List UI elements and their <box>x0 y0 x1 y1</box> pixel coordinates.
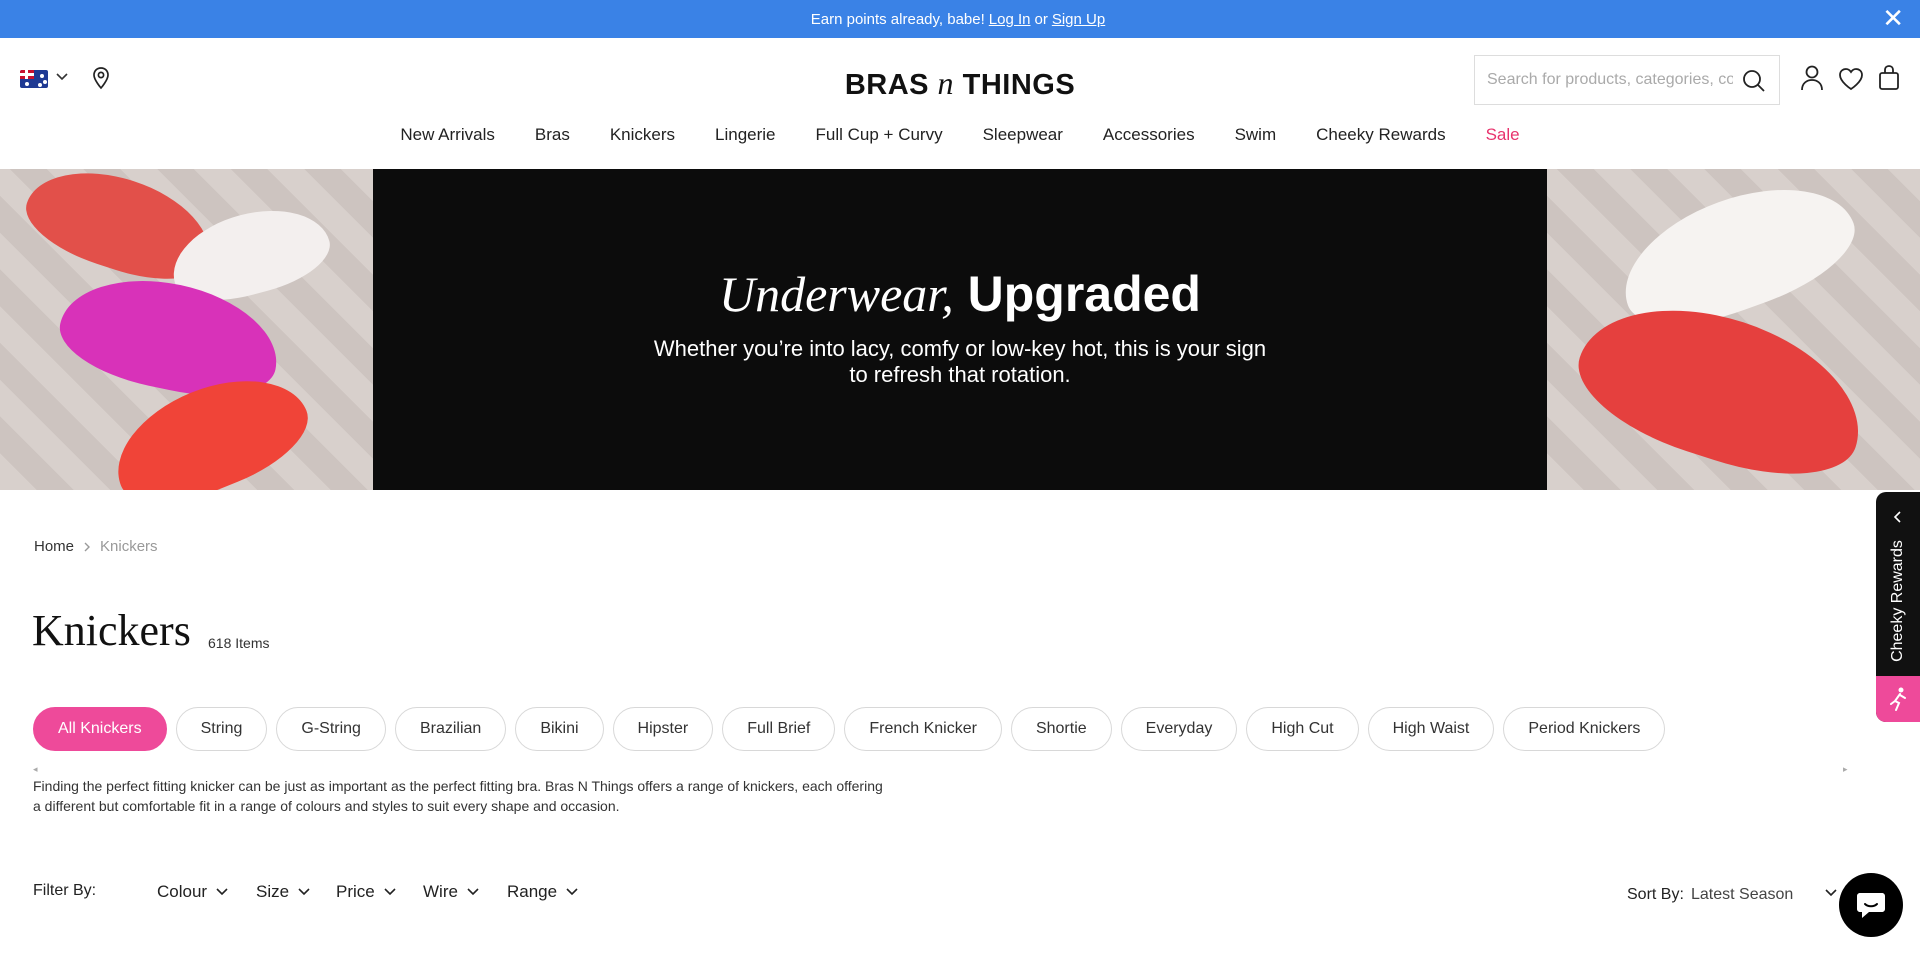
hero-image-right <box>1547 169 1920 490</box>
location-pin-icon[interactable] <box>90 66 112 90</box>
chip-g-string[interactable]: G-String <box>276 707 386 751</box>
cart-bag-icon[interactable] <box>1877 64 1901 92</box>
chevron-down-icon <box>467 888 479 896</box>
logo-link[interactable]: BRAS n THINGS <box>845 65 1075 101</box>
nav-accessories[interactable]: Accessories <box>1083 125 1215 145</box>
announcement-bar: Earn points already, babe! Log In or Sig… <box>0 0 1920 38</box>
filter-label: Filter By: <box>33 882 97 899</box>
wishlist-heart-icon[interactable] <box>1837 66 1865 92</box>
announcement-or: or <box>1034 10 1048 28</box>
item-count: 618 Items <box>208 635 270 651</box>
chip-string[interactable]: String <box>175 707 268 751</box>
chip-bikini[interactable]: Bikini <box>515 707 604 751</box>
nav-full-cup-curvy[interactable]: Full Cup + Curvy <box>796 125 963 145</box>
chevron-left-icon <box>1893 511 1901 523</box>
chip-all-knickers[interactable]: All Knickers <box>33 707 167 751</box>
account-icon[interactable] <box>1799 64 1825 92</box>
hero-text: Underwear, Upgraded Whether you’re into … <box>373 169 1547 490</box>
filter-wire-label: Wire <box>423 882 458 901</box>
login-link[interactable]: Log In <box>989 11 1031 28</box>
chip-french-knicker[interactable]: French Knicker <box>844 707 1002 751</box>
page-title: Knickers <box>32 606 191 655</box>
nav-bras[interactable]: Bras <box>515 125 590 145</box>
chip-full-brief[interactable]: Full Brief <box>722 707 836 751</box>
cheeky-rewards-label: Cheeky Rewards <box>1889 540 1906 662</box>
cheeky-rewards-tab[interactable]: Cheeky Rewards <box>1876 492 1920 722</box>
chip-hipster[interactable]: Hipster <box>612 707 714 751</box>
hero-banner[interactable]: Underwear, Upgraded Whether you’re into … <box>0 169 1920 490</box>
chevron-down-icon <box>384 888 396 896</box>
nav-swim[interactable]: Swim <box>1215 125 1297 145</box>
chevron-down-icon <box>216 888 228 896</box>
signup-link[interactable]: Sign Up <box>1052 11 1105 28</box>
chip-brazilian[interactable]: Brazilian <box>394 707 507 751</box>
filter-size[interactable]: Size <box>256 882 311 902</box>
main-navigation: New Arrivals Bras Knickers Lingerie Full… <box>0 125 1920 145</box>
filter-size-label: Size <box>256 882 290 901</box>
chevron-down-icon <box>298 888 310 896</box>
chevron-down-icon[interactable] <box>1824 886 1838 900</box>
chip-everyday[interactable]: Everyday <box>1120 707 1238 751</box>
rewards-badge <box>1876 676 1920 722</box>
nav-new-arrivals[interactable]: New Arrivals <box>380 125 514 145</box>
site-header: BRAS n THINGS New Arrivals Bras Knickers… <box>0 38 1920 169</box>
chevron-down-icon[interactable] <box>55 70 69 84</box>
chip-shortie[interactable]: Shortie <box>1010 707 1112 751</box>
chevron-down-icon <box>566 888 578 896</box>
filter-price[interactable]: Price <box>336 882 397 902</box>
australia-flag-icon[interactable] <box>20 70 48 88</box>
search-icon[interactable] <box>1741 68 1767 94</box>
scroll-left-arrow-icon[interactable]: ◂ <box>33 764 38 775</box>
chevron-right-icon <box>84 542 91 551</box>
filter-price-label: Price <box>336 882 375 901</box>
scroll-right-arrow-icon[interactable]: ▸ <box>1843 764 1848 775</box>
nav-cheeky-rewards[interactable]: Cheeky Rewards <box>1296 125 1465 145</box>
nav-lingerie[interactable]: Lingerie <box>695 125 796 145</box>
filter-wire[interactable]: Wire <box>423 882 480 902</box>
chat-bubble-icon <box>1857 893 1885 918</box>
rewards-figure-icon <box>1890 687 1906 711</box>
close-icon[interactable]: ✕ <box>1882 6 1904 32</box>
breadcrumb: Home Knickers <box>34 538 158 555</box>
hero-subtitle: Whether you’re into lacy, comfy or low-k… <box>653 336 1267 387</box>
filter-colour[interactable]: Colour <box>157 882 229 902</box>
nav-sleepwear[interactable]: Sleepwear <box>963 125 1083 145</box>
hero-image-left <box>0 169 373 490</box>
breadcrumb-current: Knickers <box>100 538 158 555</box>
chip-period-knickers[interactable]: Period Knickers <box>1503 707 1666 751</box>
hero-title: Underwear, Upgraded <box>719 266 1201 322</box>
breadcrumb-home[interactable]: Home <box>34 538 74 555</box>
chip-high-cut[interactable]: High Cut <box>1246 707 1359 751</box>
filter-colour-label: Colour <box>157 882 208 901</box>
search-input[interactable] <box>1485 70 1735 90</box>
nav-sale[interactable]: Sale <box>1466 125 1540 145</box>
sort-select[interactable]: Latest Season <box>1691 886 1793 904</box>
filter-range-label: Range <box>507 882 558 901</box>
chip-high-waist[interactable]: High Waist <box>1367 707 1495 751</box>
announcement-text: Earn points already, babe! <box>810 10 985 28</box>
category-chips: All Knickers String G-String Brazilian B… <box>33 707 1666 751</box>
nav-knickers[interactable]: Knickers <box>590 125 695 145</box>
category-description: Finding the perfect fitting knicker can … <box>33 778 883 814</box>
sort-label: Sort By: <box>1627 886 1684 903</box>
chat-button[interactable] <box>1839 873 1903 937</box>
filter-range[interactable]: Range <box>507 882 579 902</box>
search-box <box>1474 55 1780 105</box>
